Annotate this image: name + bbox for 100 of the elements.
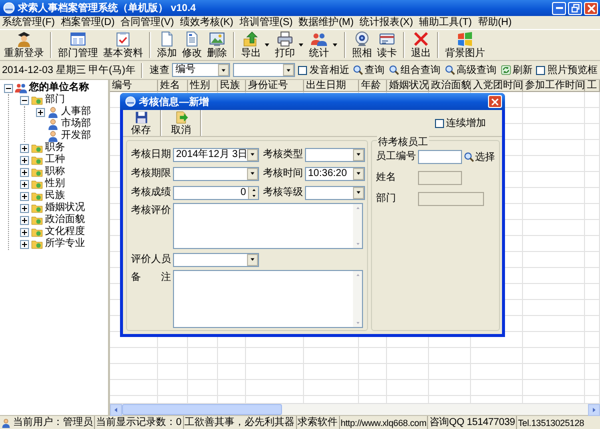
scrollbar-thumb[interactable] <box>122 404 282 415</box>
toolbar-button[interactable]: 高级查询 <box>444 63 498 77</box>
checkbox[interactable] <box>536 66 546 74</box>
status-text: http://www.xlq668.com <box>340 416 426 428</box>
toolbar-button[interactable]: 统计 <box>307 30 340 60</box>
column-header[interactable]: 编号 <box>110 80 158 92</box>
expand-toggle[interactable] <box>20 180 29 188</box>
minimize-button[interactable] <box>552 2 566 14</box>
caret-icon <box>250 257 255 262</box>
left-arrow-icon <box>113 406 119 412</box>
menu-item[interactable]: 统计报表(X) <box>358 16 414 28</box>
toolbar-button[interactable]: 重新登录 <box>2 30 46 60</box>
caret-icon <box>356 171 361 176</box>
column-header[interactable]: 年龄 <box>359 80 387 92</box>
column-header[interactable]: 参加工作时间 <box>523 80 585 92</box>
checkbox-label[interactable]: 连续增加 <box>446 116 486 130</box>
field-dropdown[interactable]: 编号 <box>172 63 230 77</box>
tree-item[interactable]: 文化程度 <box>45 226 85 238</box>
toolbar-button[interactable]: 照相 <box>350 30 374 60</box>
toolbar-button[interactable]: 背景图片 <box>443 30 487 60</box>
tree-item[interactable]: 市场部 <box>61 118 91 130</box>
toolbar-button[interactable]: 基本资料 <box>101 30 145 60</box>
text-area[interactable] <box>173 270 363 328</box>
expand-toggle[interactable] <box>4 84 13 92</box>
toolbar-button[interactable]: 导出 <box>239 30 272 60</box>
toolbar-button[interactable]: 删除 <box>205 30 229 60</box>
tree-item[interactable]: 工种 <box>45 154 65 166</box>
restore-button[interactable] <box>568 2 582 14</box>
toolbar-button[interactable]: 保存 <box>125 110 157 136</box>
menu-item[interactable]: 帮助(H) <box>476 16 513 28</box>
expand-toggle[interactable] <box>20 204 29 212</box>
column-header[interactable]: 婚姻状况 <box>387 80 429 92</box>
tree-item[interactable]: 您的单位名称 <box>29 82 89 94</box>
toolbar-button[interactable]: 组合查询 <box>388 63 442 77</box>
menu-item[interactable]: 档案管理(D) <box>60 16 116 28</box>
tree-item[interactable]: 政治面貌 <box>45 214 85 226</box>
plus-icon <box>22 218 27 222</box>
tree-item[interactable]: 职务 <box>45 142 65 154</box>
menu-item[interactable]: 绩效考核(K) <box>179 16 234 28</box>
close-button[interactable] <box>488 95 502 108</box>
expand-toggle[interactable] <box>20 168 29 176</box>
column-header[interactable]: 姓名 <box>158 80 188 92</box>
expand-toggle[interactable] <box>20 156 29 164</box>
menu-item[interactable]: 培训管理(S) <box>238 16 294 28</box>
tree-item[interactable]: 婚姻状况 <box>45 202 85 214</box>
column-header[interactable]: 出生日期 <box>304 80 359 92</box>
tree-item[interactable]: 所学专业 <box>45 238 85 250</box>
dropdown[interactable]: 10:36:20 <box>305 166 365 180</box>
clipboard-icon <box>115 31 131 47</box>
dropdown[interactable] <box>173 166 259 180</box>
toolbar-button[interactable]: 修改 <box>180 30 204 60</box>
number-spinner[interactable]: 0 <box>173 186 259 200</box>
toolbar-button[interactable]: 查询 <box>352 63 386 77</box>
close-button[interactable] <box>584 2 598 14</box>
column-header[interactable]: 政治面貌 <box>429 80 471 92</box>
field-label: 考核日期 <box>131 148 171 160</box>
dropdown[interactable] <box>305 186 365 200</box>
dropdown[interactable] <box>305 148 365 162</box>
dropdown[interactable] <box>173 252 259 266</box>
toolbar-button[interactable]: 退出 <box>409 30 433 60</box>
status-text: 当前显示记录数：0 <box>96 416 182 428</box>
column-header[interactable]: 民族 <box>218 80 246 92</box>
menu-item[interactable]: 系统管理(F) <box>1 16 56 28</box>
menu-item[interactable]: 数据维护(M) <box>298 16 355 28</box>
expand-toggle[interactable] <box>20 96 29 104</box>
menu-item[interactable]: 辅助工具(T) <box>418 16 473 28</box>
select-button[interactable]: 选择 <box>464 150 495 164</box>
tree-item[interactable]: 性别 <box>45 178 65 190</box>
caret-icon <box>332 42 338 48</box>
checkbox-label[interactable]: 照片预览框 <box>547 63 598 77</box>
menu-item[interactable]: 合同管理(V) <box>120 16 176 28</box>
tree-item[interactable]: 开发部 <box>61 130 91 142</box>
expand-toggle[interactable] <box>36 108 45 116</box>
checkbox[interactable] <box>298 66 308 74</box>
tree-item[interactable]: 职称 <box>45 166 65 178</box>
input-field[interactable] <box>418 150 462 164</box>
expand-toggle[interactable] <box>20 240 29 248</box>
checkbox-label[interactable]: 发音相近 <box>309 63 350 77</box>
tree-item[interactable]: 民族 <box>45 190 65 202</box>
toolbar-button[interactable]: 添加 <box>155 30 179 60</box>
toolbar-button[interactable]: 打印 <box>273 30 306 60</box>
expand-toggle[interactable] <box>20 216 29 224</box>
horizontal-scrollbar[interactable] <box>110 403 600 415</box>
text-area[interactable] <box>173 203 363 249</box>
tree-item[interactable]: 部门 <box>45 94 65 106</box>
tree-item[interactable]: 人事部 <box>61 106 91 118</box>
toolbar-button[interactable]: 读卡 <box>375 30 399 60</box>
expand-toggle[interactable] <box>20 144 29 152</box>
toolbar-button[interactable]: 取消 <box>165 110 197 136</box>
dropdown[interactable]: 2014年12月 3日 <box>173 148 259 162</box>
column-header[interactable]: 入党团时间 <box>471 80 523 92</box>
column-header[interactable]: 工 <box>585 80 600 92</box>
checkbox[interactable] <box>435 118 444 128</box>
column-header[interactable]: 性别 <box>188 80 218 92</box>
column-header[interactable]: 身份证号 <box>246 80 304 92</box>
toolbar-button[interactable]: 刷新 <box>500 63 534 77</box>
expand-toggle[interactable] <box>20 228 29 236</box>
expand-toggle[interactable] <box>20 192 29 200</box>
refresh-icon <box>501 65 512 75</box>
toolbar-button[interactable]: 部门管理 <box>56 30 100 60</box>
